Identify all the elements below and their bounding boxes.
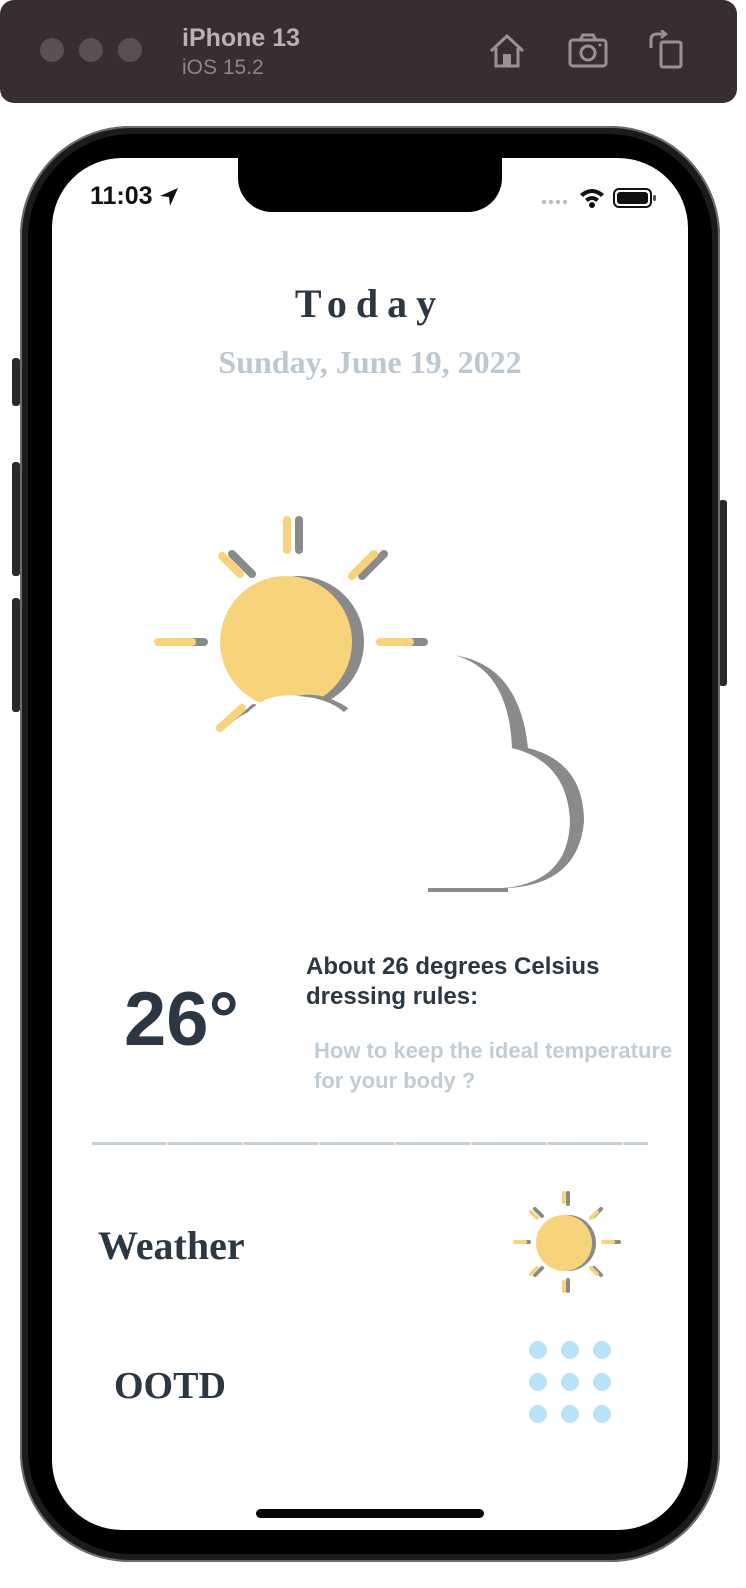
home-icon[interactable]: [486, 30, 528, 72]
mute-switch: [12, 358, 20, 406]
rotate-icon[interactable]: [646, 29, 688, 72]
grid-dots-icon[interactable]: [522, 1334, 618, 1430]
wifi-icon: [580, 189, 604, 208]
sun-cloud-icon: [154, 516, 584, 892]
small-sun-icon[interactable]: [512, 1190, 624, 1302]
app-screen: 11:03 Today Sunday, June 19, 2022 26° Ab…: [52, 158, 688, 1530]
weather-menu-item[interactable]: Weather: [98, 1222, 245, 1269]
notch: [238, 158, 502, 212]
home-indicator[interactable]: [256, 1509, 484, 1518]
device-name: iPhone 13: [182, 24, 301, 52]
cellular-signal-icon: [541, 199, 568, 205]
section-divider: [92, 1142, 648, 1145]
temperature-value: 26°: [124, 977, 239, 1062]
minimize-window-button[interactable]: [79, 38, 103, 62]
zoom-window-button[interactable]: [118, 38, 142, 62]
volume-down-button: [12, 598, 20, 712]
page-title: Today: [294, 281, 446, 326]
volume-up-button: [12, 462, 20, 576]
close-window-button[interactable]: [40, 38, 64, 62]
status-time: 11:03: [90, 182, 153, 210]
location-arrow-icon: [160, 188, 178, 206]
battery-icon: [613, 188, 656, 208]
dressing-rules-title: About 26 degrees Celsius dressing rules:: [306, 953, 600, 1010]
status-indicators: [541, 188, 656, 208]
os-version: iOS 15.2: [182, 56, 264, 79]
ootd-menu-item[interactable]: OOTD: [114, 1364, 226, 1408]
screenshot-icon[interactable]: [567, 30, 609, 72]
temperature-tip-link[interactable]: How to keep the ideal temperature for yo…: [314, 1036, 674, 1096]
power-button: [719, 500, 727, 686]
current-date: Sunday, June 19, 2022: [218, 344, 522, 380]
simulator-toolbar: iPhone 13 iOS 15.2: [0, 0, 737, 103]
